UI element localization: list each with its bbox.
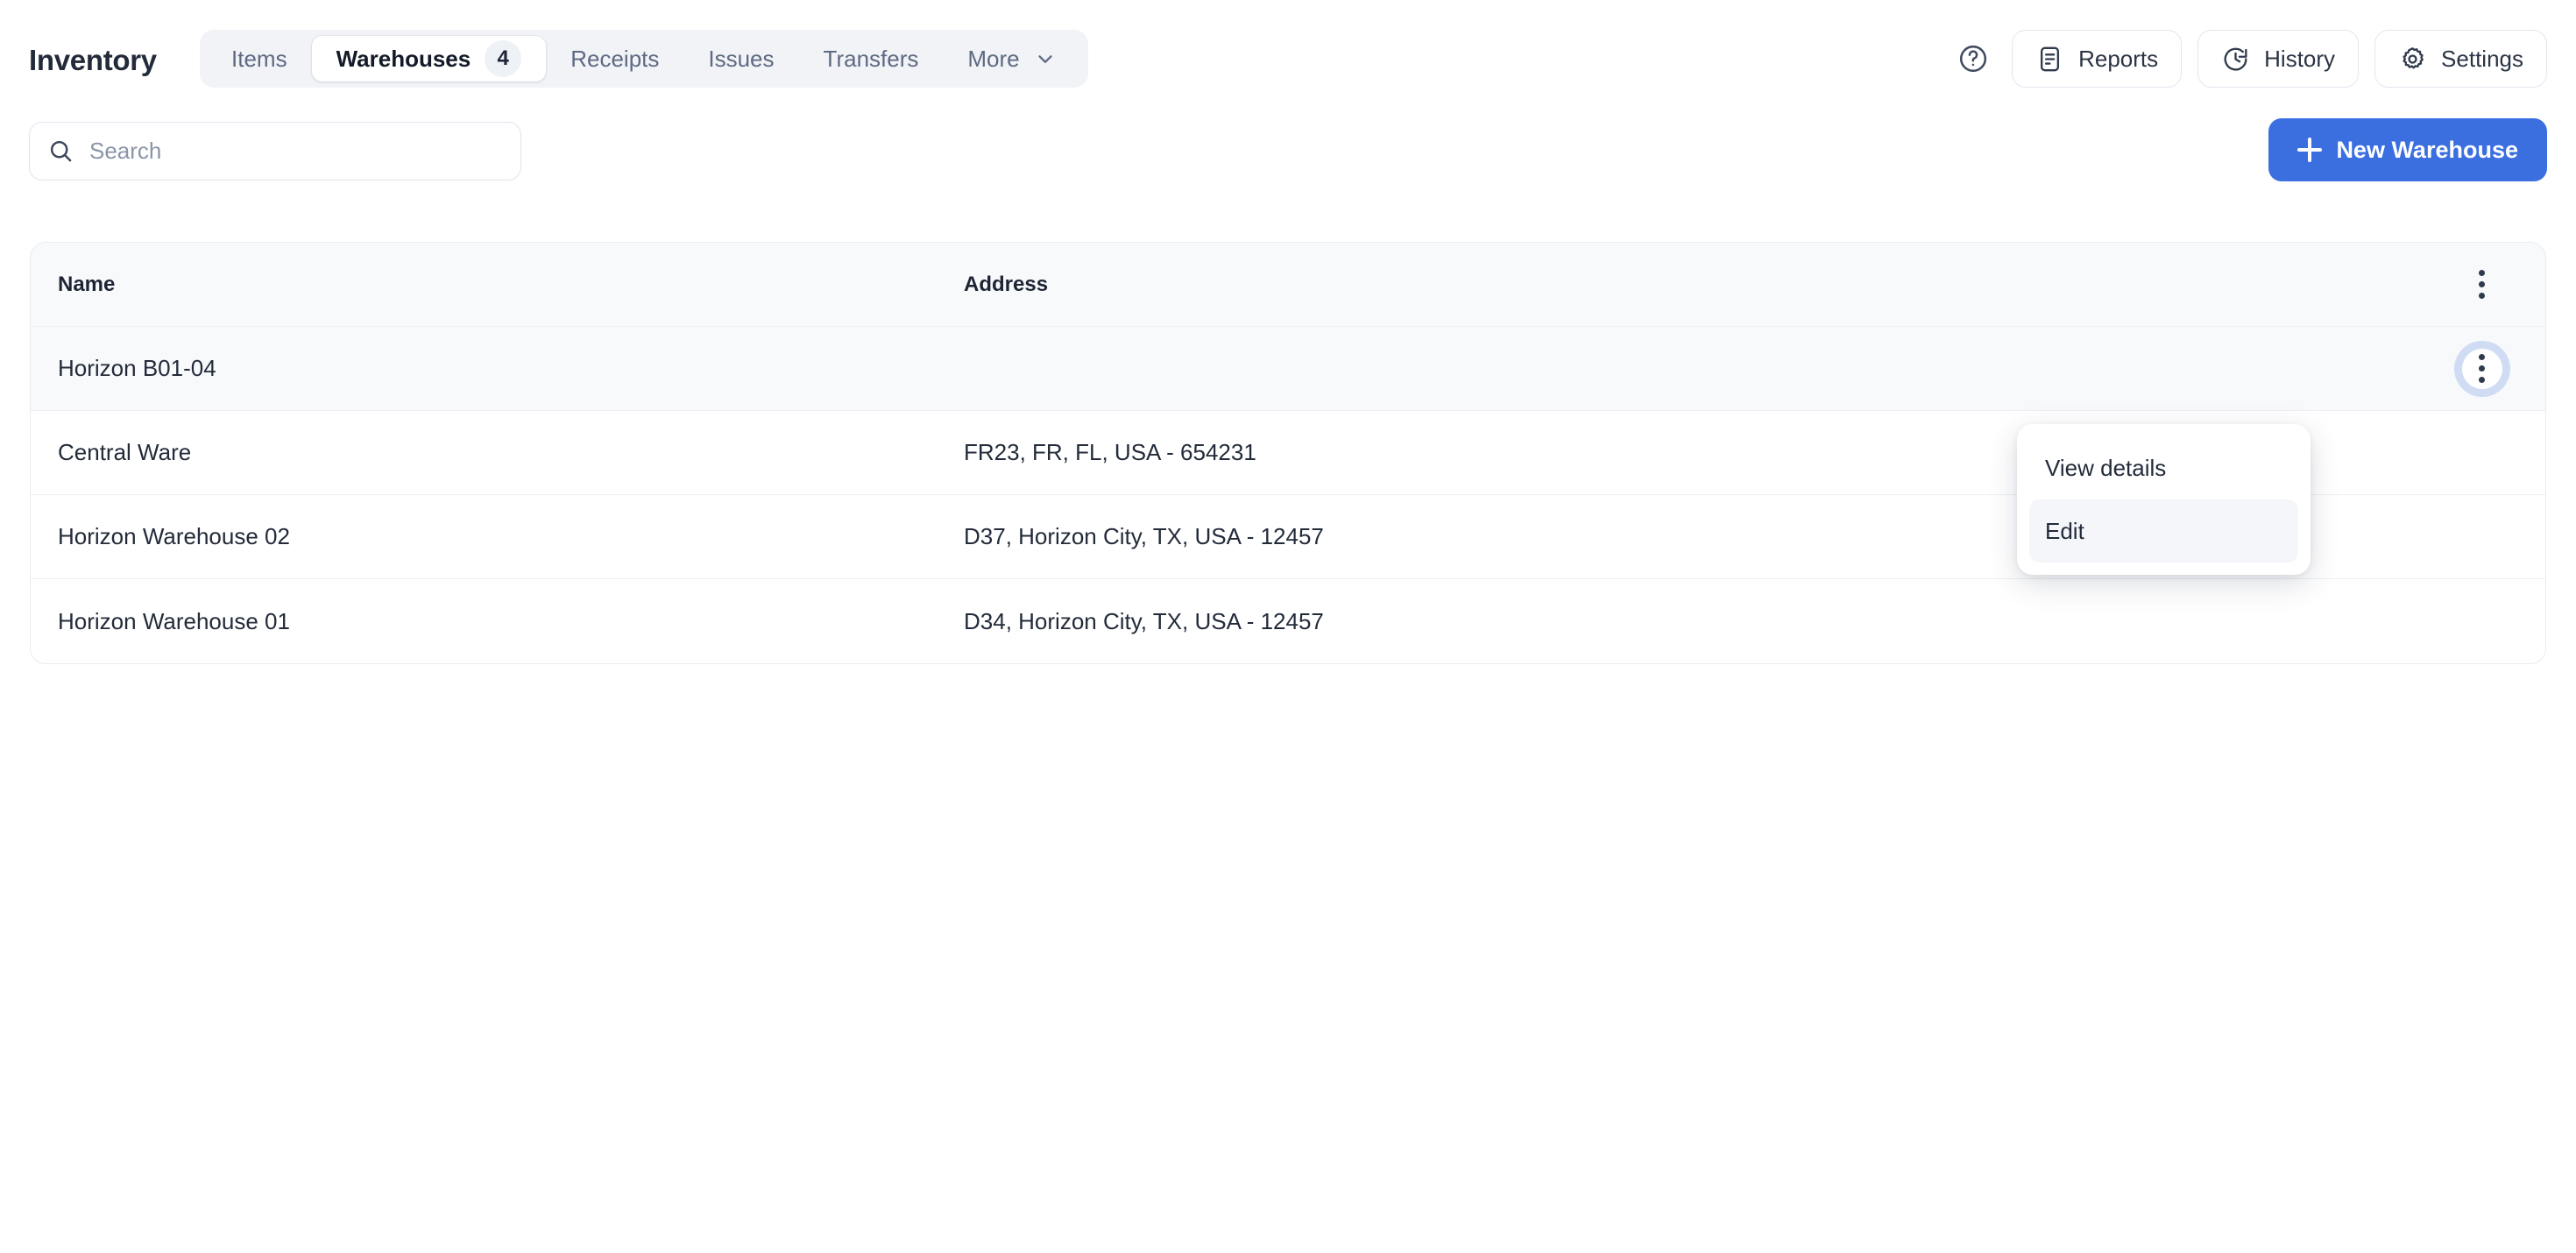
document-report-icon	[2035, 45, 2064, 74]
settings-button-label: Settings	[2441, 45, 2523, 72]
history-button-label: History	[2264, 45, 2336, 72]
cell-actions	[2418, 601, 2545, 641]
tab-count-badge: 4	[485, 40, 522, 77]
help-circle-icon[interactable]	[1950, 36, 1996, 81]
tab-label: Items	[231, 45, 287, 72]
search-box[interactable]	[29, 122, 521, 181]
column-header-address: Address	[964, 272, 1049, 296]
top-actions: Reports History Settings	[1950, 30, 2547, 88]
column-header-name: Name	[58, 272, 116, 296]
table-row[interactable]: Horizon Warehouse 01 D34, Horizon City, T…	[31, 579, 2545, 663]
tab-more[interactable]: More	[943, 36, 1080, 81]
menu-item-view-details[interactable]: View details	[2029, 436, 2298, 499]
tab-label: Issues	[708, 45, 775, 72]
tab-warehouses[interactable]: Warehouses 4	[311, 36, 547, 81]
plus-icon	[2297, 138, 2323, 162]
reports-button[interactable]: Reports	[2012, 30, 2183, 88]
table-options-kebab-icon[interactable]	[2462, 265, 2502, 305]
tab-label: Warehouses	[336, 45, 471, 72]
cell-name: Horizon Warehouse 02	[58, 523, 290, 549]
clock-history-icon	[2221, 45, 2250, 74]
cell-name: Central Ware	[58, 439, 192, 465]
tab-label: Receipts	[570, 45, 660, 72]
tab-transfers[interactable]: Transfers	[799, 36, 944, 81]
chevron-down-icon	[1034, 47, 1057, 70]
new-warehouse-button[interactable]: New Warehouse	[2268, 118, 2547, 181]
cell-actions	[2418, 433, 2545, 473]
gear-icon	[2398, 45, 2427, 74]
table-row[interactable]: Horizon B01-04	[31, 327, 2545, 411]
reports-button-label: Reports	[2078, 45, 2159, 72]
search-input[interactable]	[89, 123, 503, 180]
table-header-row: Name Address	[31, 243, 2545, 327]
cell-name: Horizon B01-04	[58, 355, 216, 381]
cell-actions	[2418, 517, 2545, 557]
tab-items[interactable]: Items	[207, 36, 312, 81]
inventory-warehouses-page: Inventory Items Warehouses 4 Receipts Issues…	[0, 0, 2576, 1253]
tab-issues[interactable]: Issues	[683, 36, 798, 81]
page-title: Inventory	[29, 44, 157, 76]
cell-actions	[2418, 348, 2545, 389]
tab-receipts[interactable]: Receipts	[546, 36, 683, 81]
column-header-actions	[2418, 265, 2545, 305]
cell-name: Horizon Warehouse 01	[58, 607, 290, 634]
search-icon	[47, 138, 74, 165]
settings-button[interactable]: Settings	[2374, 30, 2547, 88]
new-warehouse-button-label: New Warehouse	[2336, 136, 2518, 163]
cell-address: D34, Horizon City, TX, USA - 12457	[964, 607, 1324, 634]
row-context-menu: View details Edit	[2017, 424, 2311, 575]
menu-item-edit[interactable]: Edit	[2029, 499, 2298, 563]
top-bar: Inventory Items Warehouses 4 Receipts Issues…	[0, 0, 2576, 117]
history-button[interactable]: History	[2197, 30, 2360, 88]
tab-label: Transfers	[823, 45, 919, 72]
tab-label: More	[967, 45, 1020, 72]
tab-bar: Items Warehouses 4 Receipts Issues Transfers M…	[200, 30, 1088, 88]
row-kebab-menu-icon[interactable]	[2461, 348, 2502, 389]
